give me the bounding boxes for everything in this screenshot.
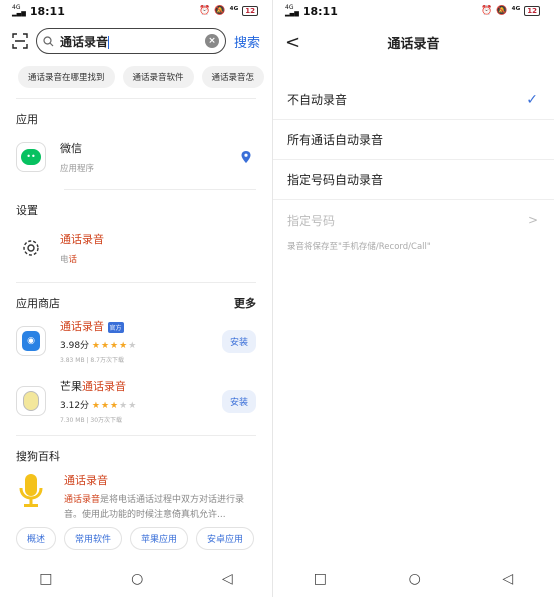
- search-query: 通话录音: [60, 34, 109, 49]
- wifi-icon: ⁴ᴳ: [229, 6, 239, 16]
- store-app-item[interactable]: 芒果通话录音 3.12分 ★★★★★ 7.30 MB | 30万次下载 安装: [0, 379, 272, 424]
- wifi-icon: ⁴ᴳ: [511, 6, 521, 16]
- page-title: 通话录音: [387, 36, 440, 52]
- store-app-item[interactable]: ◉ 通话录音 官方 3.98分 ★★★★★ 3.83 MB | 8.7万次下载 …: [0, 319, 272, 364]
- recorder-app-icon: ◉: [16, 326, 46, 356]
- search-input[interactable]: 通话录音 ×: [36, 28, 226, 54]
- text-caret: [108, 35, 110, 49]
- alarm-icon: ⏰: [481, 6, 493, 16]
- scan-icon[interactable]: [12, 33, 28, 49]
- alarm-icon: ⏰: [199, 6, 211, 16]
- checkmark-icon: ✓: [526, 91, 538, 108]
- signal-icon: 4G ▂▄▆: [285, 4, 299, 17]
- wechat-icon: ••: [16, 142, 46, 172]
- clear-icon[interactable]: ×: [204, 34, 219, 48]
- rating-stars: ★★★★★: [91, 401, 138, 411]
- location-pin-icon[interactable]: [240, 150, 252, 164]
- option-label: 指定号码自动录音: [287, 173, 384, 187]
- suggestion-chips: 通话录音在哪里找到 通话录音软件 通话录音怎: [0, 60, 272, 88]
- microphone-icon: [19, 474, 43, 507]
- status-time: 18:11: [29, 4, 65, 18]
- baike-tab-overview[interactable]: 概述: [16, 527, 57, 550]
- search-icon: [43, 35, 54, 46]
- store-app-name-prefix: 芒果: [60, 380, 82, 393]
- battery-icon: 12: [524, 6, 540, 16]
- call-recording-settings-screen: 4G ▂▄▆ 18:11 ⏰ 🔕 ⁴ᴳ 12 < 通话录音 不自动录音 ✓ 所有通…: [273, 0, 554, 597]
- search-bar: 通话录音 × 搜索: [0, 22, 272, 60]
- status-bar: 4G ▂▄▆ 18:11 ⏰ 🔕 ⁴ᴳ 12: [0, 0, 272, 22]
- option-label: 指定号码: [287, 213, 336, 228]
- back-arrow-icon[interactable]: <: [285, 32, 300, 53]
- section-title-baike: 搜狗百科: [16, 450, 60, 463]
- section-title-appstore: 应用商店 更多: [16, 295, 256, 311]
- setting-path-highlight: 话: [68, 255, 78, 265]
- install-button[interactable]: 安装: [221, 389, 256, 413]
- official-badge: 官方: [107, 321, 124, 333]
- section-title-settings: 设置: [16, 204, 38, 217]
- battery-icon: 12: [242, 6, 258, 16]
- store-app-meta: 7.30 MB | 30万次下载: [60, 417, 123, 424]
- option-label: 不自动录音: [287, 93, 348, 107]
- store-app-rating: 3.98分: [60, 341, 90, 351]
- setting-path: 电: [60, 255, 69, 265]
- store-app-meta: 3.83 MB | 8.7万次下载: [60, 357, 124, 364]
- store-app-name: 通话录音: [60, 320, 104, 333]
- baike-title: 通话录音: [64, 474, 108, 487]
- app-type: 应用程序: [60, 164, 95, 174]
- mute-icon: 🔕: [496, 6, 508, 16]
- app-result-wechat[interactable]: •• 微信 应用程序: [0, 137, 272, 177]
- baike-desc-highlight: 通话录音: [64, 495, 101, 505]
- option-auto-record-specified[interactable]: 指定号码自动录音: [273, 160, 554, 200]
- rating-stars: ★★★★★: [91, 341, 138, 351]
- option-specified-numbers: 指定号码 >: [273, 200, 554, 240]
- chevron-right-icon: >: [527, 213, 538, 227]
- option-label: 所有通话自动录音: [287, 133, 384, 147]
- baike-tab-common-software[interactable]: 常用软件: [64, 527, 123, 550]
- navigation-bar: □ ○ ◁: [273, 561, 554, 597]
- setting-name: 通话录音: [60, 233, 104, 246]
- baike-tab-apple-apps[interactable]: 苹果应用: [130, 527, 189, 550]
- recent-apps-button[interactable]: □: [314, 571, 327, 587]
- more-link[interactable]: 更多: [234, 295, 256, 311]
- option-no-auto-record[interactable]: 不自动录音 ✓: [273, 80, 554, 120]
- app-name: 微信: [60, 142, 82, 155]
- gear-icon: [16, 233, 46, 263]
- suggestion-chip[interactable]: 通话录音软件: [122, 66, 194, 88]
- store-app-name: 通话录音: [82, 380, 126, 393]
- recent-apps-button[interactable]: □: [39, 571, 52, 587]
- section-title-apps: 应用: [16, 113, 38, 126]
- suggestion-chip[interactable]: 通话录音怎: [201, 66, 265, 88]
- baike-tab-android-apps[interactable]: 安卓应用: [196, 527, 255, 550]
- mute-icon: 🔕: [214, 6, 226, 16]
- suggestion-chip[interactable]: 通话录音在哪里找到: [18, 66, 115, 88]
- status-bar: 4G ▂▄▆ 18:11 ⏰ 🔕 ⁴ᴳ 12: [273, 0, 554, 22]
- option-auto-record-all[interactable]: 所有通话自动录音: [273, 120, 554, 160]
- search-button[interactable]: 搜索: [234, 32, 260, 51]
- save-location-note: 录音将保存至"手机存储/Record/Call": [287, 242, 431, 252]
- back-button[interactable]: ◁: [222, 571, 233, 587]
- home-button[interactable]: ○: [131, 571, 143, 587]
- mango-app-icon: [16, 386, 46, 416]
- back-button[interactable]: ◁: [502, 571, 513, 587]
- signal-icon: 4G ▂▄▆: [12, 4, 26, 17]
- setting-result-call-recording[interactable]: 通话录音 电话: [0, 228, 272, 268]
- title-bar: < 通话录音: [273, 22, 554, 62]
- status-time: 18:11: [302, 4, 338, 18]
- home-button[interactable]: ○: [409, 571, 421, 587]
- search-results-screen: 4G ▂▄▆ 18:11 ⏰ 🔕 ⁴ᴳ 12 通话录音 × 搜索 通话录音在哪里找…: [0, 0, 272, 597]
- baike-entry[interactable]: 通话录音 通话录音是将电话通话过程中双方对话进行录音。使用此功能的时候注意倚真机…: [0, 472, 272, 523]
- install-button[interactable]: 安装: [221, 329, 256, 353]
- store-app-rating: 3.12分: [60, 401, 90, 411]
- navigation-bar: □ ○ ◁: [0, 561, 272, 597]
